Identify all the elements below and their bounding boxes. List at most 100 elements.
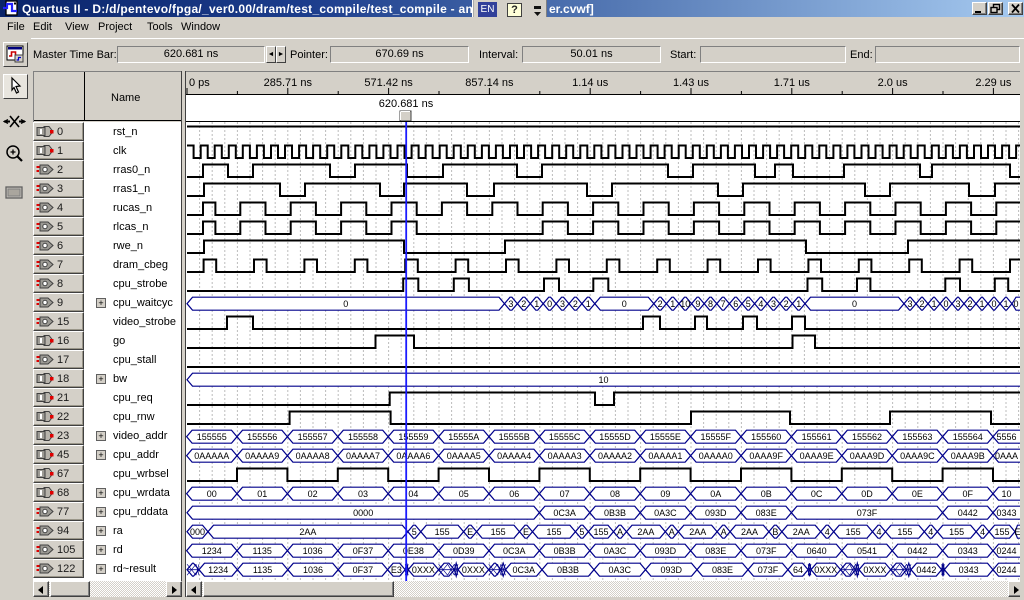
svg-text:0B3B: 0B3B (604, 508, 626, 518)
svg-text:2AA: 2AA (741, 527, 758, 537)
svg-text:2: 2 (919, 299, 924, 309)
svg-text:0: 0 (943, 299, 948, 309)
svg-text:0AAAA4: 0AAAA4 (497, 451, 531, 461)
svg-text:03: 03 (358, 489, 368, 499)
svg-text:1: 1 (586, 299, 591, 309)
svg-text:A: A (669, 527, 675, 537)
svg-text:155: 155 (491, 527, 506, 537)
svg-text:155558: 155558 (348, 432, 378, 442)
svg-text:0XXX: 0XXX (863, 565, 886, 575)
svg-text:1: 1 (670, 299, 675, 309)
svg-text:2.0 us: 2.0 us (878, 77, 908, 89)
svg-text:000: 000 (190, 527, 205, 537)
svg-text:073F: 073F (756, 546, 777, 556)
svg-text:0: 0 (991, 299, 996, 309)
svg-text:2: 2 (521, 299, 526, 309)
svg-text:07: 07 (560, 489, 570, 499)
svg-text:04: 04 (408, 489, 418, 499)
svg-text:0E: 0E (912, 489, 923, 499)
svg-text:073F: 073F (758, 565, 779, 575)
svg-text:155: 155 (593, 527, 608, 537)
svg-text:4: 4 (928, 527, 933, 537)
svg-text:15555B: 15555B (499, 432, 530, 442)
svg-text:1.43 us: 1.43 us (673, 77, 710, 89)
svg-text:0: 0 (1013, 299, 1018, 309)
svg-text:15555F: 15555F (701, 432, 732, 442)
svg-text:571.42 ns: 571.42 ns (364, 77, 413, 89)
svg-text:0: 0 (547, 299, 552, 309)
svg-text:857.14 ns: 857.14 ns (465, 77, 514, 89)
svg-text:155562: 155562 (852, 432, 882, 442)
svg-text:155: 155 (435, 527, 450, 537)
svg-text:155561: 155561 (802, 432, 832, 442)
svg-text:2: 2 (573, 299, 578, 309)
svg-text:083E: 083E (705, 546, 726, 556)
svg-text:E: E (523, 527, 529, 537)
svg-text:0AAA9B: 0AAA9B (951, 451, 985, 461)
svg-text:08: 08 (610, 489, 620, 499)
svg-text:093D: 093D (705, 508, 727, 518)
svg-text:4: 4 (825, 527, 830, 537)
svg-text:0244: 0244 (996, 565, 1016, 575)
svg-text:155560: 155560 (751, 432, 781, 442)
svg-text:1036: 1036 (303, 546, 323, 556)
svg-text:155556: 155556 (247, 432, 277, 442)
svg-text:155: 155 (897, 527, 912, 537)
svg-text:0AAA9D: 0AAA9D (850, 451, 885, 461)
svg-text:5556: 5556 (996, 432, 1016, 442)
svg-text:0: 0 (622, 299, 627, 309)
svg-text:8: 8 (708, 299, 713, 309)
svg-text:0AAAA1: 0AAAA1 (648, 451, 682, 461)
svg-text:2AA: 2AA (793, 527, 810, 537)
svg-text:4: 4 (876, 527, 881, 537)
svg-text:0C3A: 0C3A (503, 546, 526, 556)
svg-text:0AAAA2: 0AAAA2 (598, 451, 632, 461)
svg-text:0C3A: 0C3A (553, 508, 576, 518)
svg-text:093D: 093D (660, 565, 682, 575)
svg-text:0C3A: 0C3A (513, 565, 536, 575)
svg-text:E: E (467, 527, 473, 537)
svg-text:01: 01 (257, 489, 267, 499)
svg-text:1: 1 (979, 299, 984, 309)
svg-text:3: 3 (508, 299, 513, 309)
svg-text:2.29 us: 2.29 us (975, 77, 1012, 89)
svg-text:E3: E3 (391, 565, 402, 575)
svg-text:7: 7 (721, 299, 726, 309)
svg-text:0AAAA8: 0AAAA8 (296, 451, 330, 461)
svg-text:3: 3 (560, 299, 565, 309)
svg-text:0A: 0A (710, 489, 721, 499)
svg-text:A: A (721, 527, 727, 537)
svg-text:3: 3 (771, 299, 776, 309)
svg-text:1.71 us: 1.71 us (774, 77, 811, 89)
svg-text:15555C: 15555C (549, 432, 581, 442)
svg-text:0D: 0D (861, 489, 873, 499)
svg-text:15555A: 15555A (448, 432, 479, 442)
svg-text:0C: 0C (811, 489, 823, 499)
svg-text:10: 10 (680, 299, 690, 309)
svg-text:0442: 0442 (916, 565, 936, 575)
svg-text:0640: 0640 (807, 546, 827, 556)
svg-text:1: 1 (534, 299, 539, 309)
svg-text:0A3C: 0A3C (654, 508, 677, 518)
svg-text:0B3B: 0B3B (557, 565, 579, 575)
svg-text:4: 4 (980, 527, 985, 537)
svg-text:620.681 ns: 620.681 ns (379, 98, 434, 110)
svg-text:1135: 1135 (253, 546, 272, 556)
svg-text:5: 5 (746, 299, 751, 309)
svg-text:0AAAA3: 0AAAA3 (548, 451, 582, 461)
svg-text:0XXX: 0XXX (814, 565, 837, 575)
svg-text:0: 0 (343, 299, 348, 309)
svg-text:0 ps: 0 ps (189, 77, 210, 89)
svg-text:1234: 1234 (208, 565, 228, 575)
svg-text:285.71 ns: 285.71 ns (264, 77, 313, 89)
svg-text:0B3B: 0B3B (554, 546, 576, 556)
svg-text:0442: 0442 (907, 546, 927, 556)
svg-text:1234: 1234 (202, 546, 222, 556)
svg-text:A: A (617, 527, 623, 537)
svg-text:1: 1 (796, 299, 801, 309)
svg-text:0AAA: 0AAA (995, 451, 1018, 461)
svg-text:0343: 0343 (959, 565, 979, 575)
svg-text:6: 6 (733, 299, 738, 309)
svg-text:0F37: 0F37 (353, 546, 374, 556)
svg-text:0541: 0541 (857, 546, 877, 556)
